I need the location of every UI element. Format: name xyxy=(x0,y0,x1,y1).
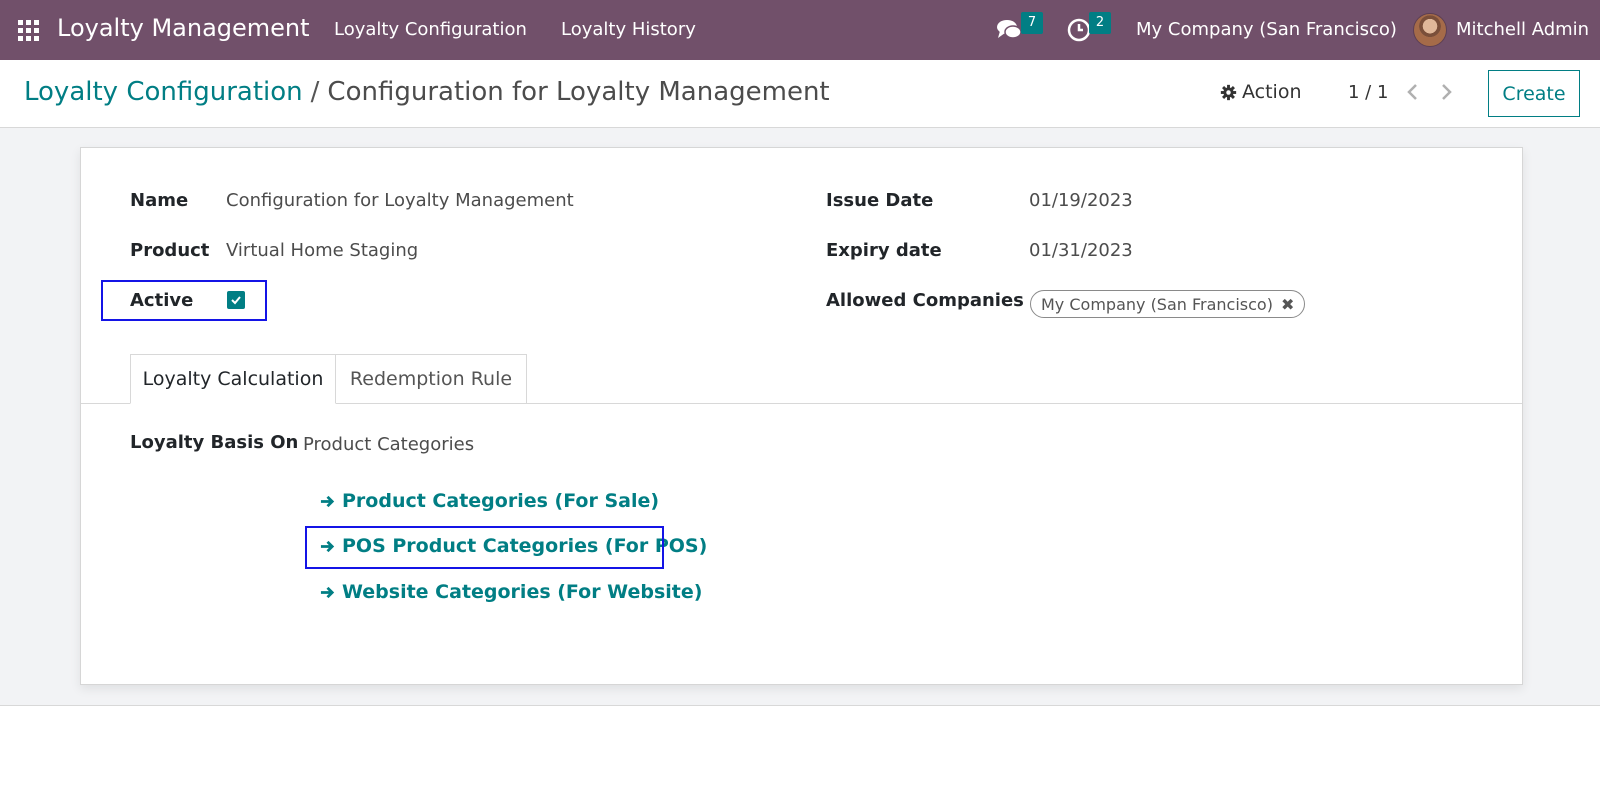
menu-loyalty-configuration[interactable]: Loyalty Configuration xyxy=(334,19,527,40)
product-categories-label: Product Categories (For Sale) xyxy=(342,490,660,512)
product-label: Product xyxy=(130,240,210,261)
website-categories-label: Website Categories (For Website) xyxy=(342,581,703,603)
expiry-date-field[interactable]: 01/31/2023 xyxy=(1029,240,1133,261)
control-panel: Loyalty Configuration / Configuration for … xyxy=(0,60,1600,128)
issue-date-field[interactable]: 01/19/2023 xyxy=(1029,190,1133,211)
allowed-companies-label: Allowed Companies xyxy=(826,290,1024,311)
product-field[interactable]: Virtual Home Staging xyxy=(226,240,418,261)
breadcrumb: Loyalty Configuration / Configuration for … xyxy=(24,77,830,107)
issue-date-label: Issue Date xyxy=(826,190,934,211)
user-menu[interactable]: Mitchell Admin xyxy=(1456,19,1589,40)
name-field[interactable]: Configuration for Loyalty Management xyxy=(226,190,574,211)
app-menu-icon[interactable] xyxy=(18,20,39,41)
company-tag-label: My Company (San Francisco) xyxy=(1041,294,1273,314)
app-title[interactable]: Loyalty Management xyxy=(57,14,310,42)
action-menu-button[interactable]: Action xyxy=(1220,81,1302,103)
menu-loyalty-history[interactable]: Loyalty History xyxy=(561,19,696,40)
breadcrumb-parent-link[interactable]: Loyalty Configuration xyxy=(24,77,303,107)
chevron-left-icon[interactable] xyxy=(1402,80,1424,104)
activities-count-badge: 2 xyxy=(1089,12,1111,34)
breadcrumb-current: Configuration for Loyalty Management xyxy=(327,77,830,107)
highlight-box-active xyxy=(101,280,267,321)
arrow-right-icon xyxy=(320,495,335,507)
form-sheet xyxy=(80,147,1523,685)
product-categories-link[interactable]: Product Categories (For Sale) xyxy=(320,490,659,512)
company-switcher[interactable]: My Company (San Francisco) xyxy=(1136,19,1397,40)
user-avatar[interactable] xyxy=(1413,13,1447,47)
pager-value[interactable]: 1 / 1 xyxy=(1348,82,1388,103)
chevron-right-icon[interactable] xyxy=(1435,80,1457,104)
expiry-date-label: Expiry date xyxy=(826,240,942,261)
website-categories-link[interactable]: Website Categories (For Website) xyxy=(320,581,702,603)
name-label: Name xyxy=(130,190,189,211)
arrow-right-icon xyxy=(320,586,335,598)
messages-count-badge: 7 xyxy=(1021,12,1043,34)
top-navbar: Loyalty Management Loyalty Configuration… xyxy=(0,0,1600,60)
loyalty-basis-label: Loyalty Basis On xyxy=(130,432,299,453)
tab-loyalty-calculation[interactable]: Loyalty Calculation xyxy=(130,354,336,404)
company-tag: My Company (San Francisco) ✖ xyxy=(1030,290,1306,318)
action-label: Action xyxy=(1242,81,1302,103)
highlight-box-pos-link xyxy=(305,526,664,569)
gear-icon xyxy=(1220,84,1237,100)
chat-icon[interactable] xyxy=(996,17,1022,43)
breadcrumb-separator: / xyxy=(310,77,320,107)
loyalty-basis-field[interactable]: Product Categories xyxy=(303,434,474,455)
create-button[interactable]: Create xyxy=(1488,70,1580,117)
tab-redemption-rule[interactable]: Redemption Rule xyxy=(335,354,527,404)
close-icon[interactable]: ✖ xyxy=(1281,295,1294,314)
